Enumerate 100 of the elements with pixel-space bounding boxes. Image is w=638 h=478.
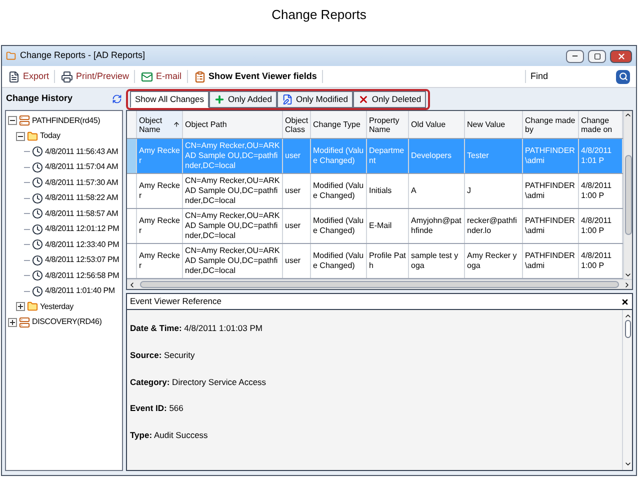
- table-cell: Profile Path: [369, 251, 406, 271]
- scroll-up-icon[interactable]: [624, 312, 632, 320]
- table-cell: Amy Recker: [139, 216, 180, 236]
- tree-item[interactable]: 4/8/2011 11:58:57 AM: [45, 208, 118, 220]
- close-button[interactable]: [610, 50, 632, 62]
- tree-item[interactable]: 4/8/2011 11:57:30 AM: [45, 176, 118, 189]
- clock-icon: [32, 162, 43, 173]
- table-cell: CN=Amy Recker,OU=ARKAD Sample OU,DC=pathfinder,DC=local: [185, 176, 280, 206]
- folder-icon: [27, 301, 38, 312]
- tree-item[interactable]: 4/8/2011 11:56:43 AM: [45, 146, 118, 158]
- table-cell: Modified (Value Changed): [313, 181, 364, 201]
- table-cell: Modified (Value Changed): [313, 146, 364, 166]
- scroll-thumb[interactable]: [624, 320, 630, 338]
- search-button[interactable]: [616, 70, 630, 84]
- scroll-thumb[interactable]: [624, 155, 632, 235]
- tree-item[interactable]: 4/8/2011 1:01:40 PM: [45, 285, 115, 298]
- document-edit-icon: [282, 94, 293, 105]
- print-icon: [61, 70, 74, 82]
- table-cell: Modified (Value Changed): [313, 251, 364, 271]
- vertical-scrollbar[interactable]: [623, 111, 632, 279]
- vertical-scrollbar[interactable]: [622, 310, 632, 470]
- table-cell: user: [285, 256, 301, 266]
- tree-item[interactable]: 4/8/2011 11:58:22 AM: [45, 192, 118, 204]
- filter-tab[interactable]: Show All Changes: [130, 91, 209, 108]
- tree-item[interactable]: 4/8/2011 12:01:12 PM: [45, 223, 120, 236]
- scroll-up-icon[interactable]: [624, 111, 632, 119]
- event-detail: Category: Directory Service Access: [130, 376, 268, 388]
- clock-icon: [32, 192, 43, 204]
- tree-item[interactable]: 4/8/2011 11:57:04 AM: [45, 161, 118, 174]
- clock-icon: [32, 208, 43, 220]
- table-cell-text: 4/8/2011 1:00 P: [581, 216, 613, 236]
- event-detail: Source: Security: [130, 348, 196, 362]
- close-icon: [358, 94, 369, 105]
- event-detail: Date & Time: 4/8/2011 1:01:03 PM: [130, 322, 264, 335]
- table-cell: Amy Recker: [139, 251, 180, 271]
- server-icon: [19, 115, 30, 126]
- filter-tab[interactable]: Only Modified: [276, 91, 353, 108]
- clock-icon: [32, 224, 43, 235]
- column-header[interactable]: Object Path: [183, 111, 283, 138]
- mail-icon: [141, 70, 154, 82]
- toolbar-button[interactable]: E-mail: [139, 70, 188, 84]
- column-header[interactable]: Property Name: [367, 111, 409, 138]
- filter-tab[interactable]: Only Deleted: [352, 91, 426, 108]
- panel-title: Event Viewer Reference: [130, 295, 223, 308]
- plus-icon: [214, 94, 225, 105]
- table-cell: J: [467, 186, 471, 196]
- horizontal-scrollbar[interactable]: [127, 279, 632, 289]
- maximize-icon: [594, 52, 600, 60]
- column-header[interactable]: Old Value: [409, 111, 465, 138]
- maximize-button[interactable]: [588, 50, 606, 62]
- column-header[interactable]: Object Name: [137, 111, 183, 138]
- event-detail: Type: Audit Success: [130, 429, 209, 442]
- table-cell: PATHFINDER\admi: [525, 146, 576, 166]
- tree-item[interactable]: 4/8/2011 12:56:58 PM: [45, 270, 120, 282]
- scroll-right-icon[interactable]: [623, 280, 631, 288]
- window-title: Change Reports - [AD Reports]: [20, 49, 146, 62]
- column-header[interactable]: Change made by: [523, 111, 579, 138]
- tree-item[interactable]: 4/8/2011 12:53:07 PM: [45, 254, 120, 266]
- refresh-icon[interactable]: [112, 94, 122, 104]
- tree-item[interactable]: PATHFINDER(rd45): [32, 114, 100, 127]
- table-cell: Initials: [369, 186, 392, 196]
- tree-item[interactable]: Yesterday: [40, 300, 74, 313]
- collapse-icon[interactable]: [16, 132, 25, 141]
- close-icon: [616, 52, 626, 60]
- expand-icon[interactable]: [16, 302, 25, 312]
- clock-icon: [32, 239, 43, 250]
- filter-tab[interactable]: Only Added: [209, 91, 277, 108]
- find-label: Find: [525, 70, 548, 84]
- table-cell: Amyjohn@pathfinde: [411, 216, 462, 236]
- table-cell: PATHFINDER\admi: [525, 181, 576, 201]
- clipboard-icon: [194, 70, 206, 82]
- tree-item[interactable]: DISCOVERY(RD46): [32, 316, 102, 328]
- scroll-thumb[interactable]: [140, 281, 619, 288]
- table-cell: A: [411, 186, 416, 196]
- scroll-left-icon[interactable]: [128, 280, 136, 288]
- expand-icon[interactable]: [8, 318, 17, 327]
- sort-arrow-icon: [173, 121, 180, 128]
- minimize-button[interactable]: [566, 50, 584, 62]
- column-header[interactable]: New Value: [465, 111, 523, 138]
- close-icon[interactable]: [621, 298, 629, 306]
- table-cell-text: recker@pathfinder.lo: [467, 216, 518, 236]
- table-cell: Developers: [411, 151, 452, 161]
- scroll-down-icon[interactable]: [624, 271, 632, 279]
- table-cell: user: [285, 221, 301, 231]
- table-cell: user: [285, 151, 301, 161]
- panel-title: Change History: [6, 92, 74, 106]
- toolbar-button[interactable]: Print/Preview: [59, 70, 136, 84]
- scroll-down-icon[interactable]: [624, 460, 632, 468]
- toolbar-button[interactable]: Show Event Viewer fields: [192, 70, 323, 84]
- app-icon: [6, 51, 16, 61]
- collapse-icon[interactable]: [8, 116, 17, 126]
- document-icon: [8, 70, 20, 82]
- column-header[interactable]: Change Type: [311, 111, 367, 138]
- column-header[interactable]: Object Class: [283, 111, 311, 138]
- table-cell: Modified (Value Changed): [313, 216, 364, 236]
- tree-item[interactable]: 4/8/2011 12:33:40 PM: [45, 238, 120, 251]
- table-cell-text: 4/8/2011 1:00 P: [581, 181, 613, 201]
- server-icon: [19, 316, 30, 328]
- tree-item[interactable]: Today: [40, 130, 60, 142]
- toolbar-button[interactable]: Export: [6, 70, 56, 84]
